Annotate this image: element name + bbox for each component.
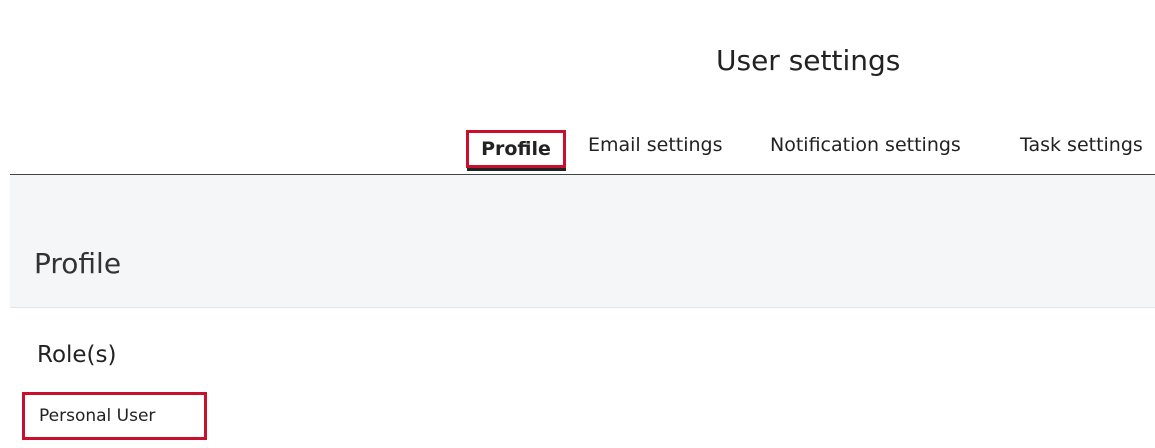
roles-title: Role(s) (37, 342, 117, 368)
settings-header: User settings Profile Email settings Not… (0, 0, 1155, 175)
tab-email-settings[interactable]: Email settings (588, 134, 723, 156)
tab-profile[interactable]: Profile (466, 130, 566, 168)
profile-content: Profile Role(s) Personal User (10, 175, 1155, 448)
tab-task-settings[interactable]: Task settings (1020, 134, 1143, 156)
roles-card: Role(s) Personal User (10, 307, 1155, 448)
profile-heading: Profile (34, 247, 122, 280)
role-personal-user: Personal User (22, 392, 207, 440)
page-title: User settings (716, 44, 901, 77)
active-tab-indicator (467, 168, 566, 171)
settings-tabs: Profile Email settings Notification sett… (0, 126, 1155, 174)
user-settings-page: User settings Profile Email settings Not… (0, 0, 1155, 448)
tab-notification-settings[interactable]: Notification settings (770, 134, 961, 156)
